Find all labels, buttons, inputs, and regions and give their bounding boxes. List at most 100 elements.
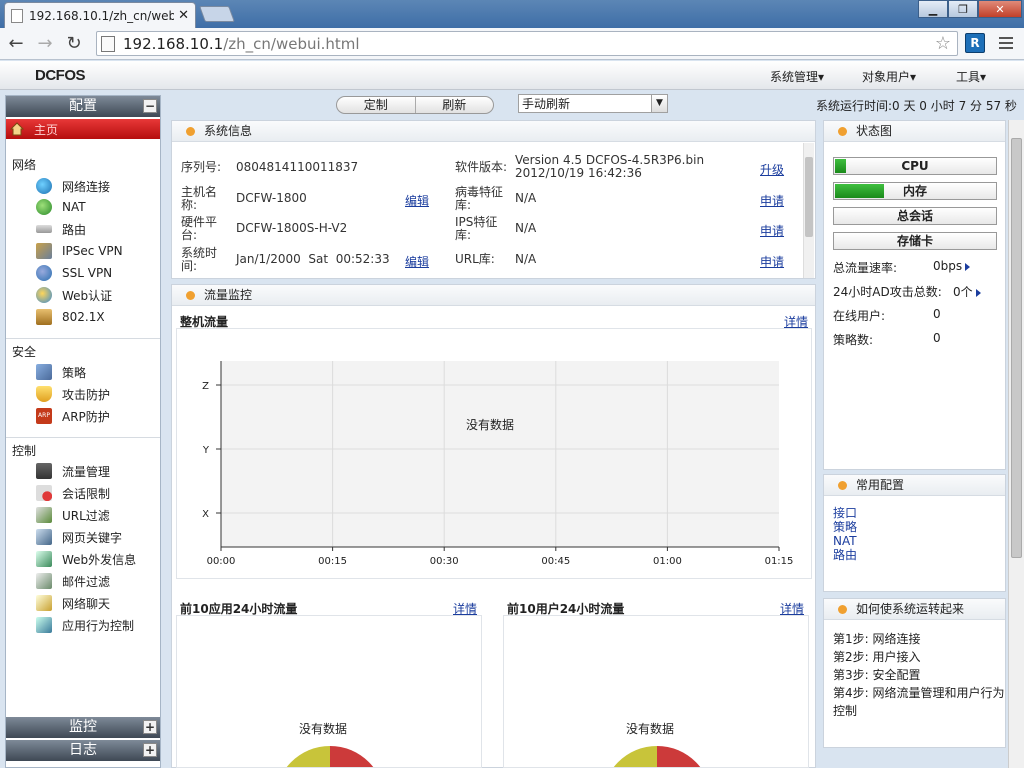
extension-icon[interactable]: R (965, 33, 985, 53)
sidebar-item-attack-defense[interactable]: 攻击防护 (36, 384, 110, 404)
sidebar-log-label: 日志 (69, 742, 97, 758)
sidebar-item-label: 网络聊天 (62, 596, 111, 611)
refresh-button[interactable]: 刷新 (416, 97, 494, 113)
sidebar-item-network-connection[interactable]: 网络连接 (36, 176, 110, 196)
online-value: 0 (933, 307, 941, 321)
upgrade-link[interactable]: 升级 (760, 161, 784, 178)
config-link-interface[interactable]: 接口 (833, 506, 857, 520)
page-scrollbar[interactable] (1008, 120, 1024, 768)
refresh-mode-select[interactable]: 手动刷新 ▼ (518, 94, 668, 113)
config-link-route[interactable]: 路由 (833, 548, 857, 562)
sidebar-monitor-header[interactable]: 监控 + (6, 717, 160, 738)
host-value: DCFW-1800 (236, 191, 307, 205)
menu-tools[interactable]: 工具▾ (956, 68, 986, 85)
sidebar-item-label: Web认证 (62, 288, 113, 303)
edit-time-link[interactable]: 编辑 (405, 253, 429, 270)
sidebar-item-home[interactable]: 主页 (6, 119, 160, 139)
forward-icon[interactable]: → (32, 31, 58, 57)
pie-slice-yellow (613, 746, 657, 767)
apply-url-link[interactable]: 申请 (760, 253, 784, 270)
bookmark-star-icon[interactable]: ☆ (935, 33, 951, 54)
scroll-thumb[interactable] (805, 157, 813, 237)
common-title-bar: 常用配置 (824, 475, 1005, 496)
sidebar-item-chat[interactable]: 网络聊天 (36, 593, 110, 613)
sidebar-item-web-outbound[interactable]: Web外发信息 (36, 549, 136, 569)
sidebar-item-8021x[interactable]: 802.1X (36, 307, 105, 327)
sidebar-item-traffic-mgmt[interactable]: 流量管理 (36, 461, 110, 481)
chevron-down-icon[interactable]: ▼ (651, 95, 667, 112)
sidebar-item-url-filter[interactable]: URL过滤 (36, 505, 110, 525)
arrow-right-icon (975, 288, 981, 297)
pie-slice-red (657, 746, 701, 767)
web-outbound-icon (36, 551, 52, 567)
config-link-nat[interactable]: NAT (833, 534, 857, 548)
x-tick-label: 00:15 (318, 556, 347, 567)
close-window-icon[interactable]: ✕ (978, 0, 1022, 18)
hw-value: DCFW-1800S-H-V2 (236, 221, 348, 235)
sidebar-log-header[interactable]: 日志 + (6, 740, 160, 761)
sidebar-item-route[interactable]: 路由 (36, 219, 86, 239)
sidebar-item-policy[interactable]: 策略 (36, 362, 86, 382)
whole-traffic-chart: 00:00 00:15 00:30 00:45 01:00 01:15 X Y Z 没有数据 (176, 328, 812, 579)
reload-icon[interactable]: ↻ (61, 31, 87, 57)
menu-object-users[interactable]: 对象用户▾ (862, 68, 916, 85)
sidebar-item-label: 策略 (62, 365, 87, 380)
sidebar-item-web-keyword[interactable]: 网页关键字 (36, 527, 122, 547)
new-tab-button[interactable] (199, 6, 235, 22)
serial-label: 序列号: (181, 160, 222, 174)
customize-button[interactable]: 定制 (337, 97, 416, 113)
step-3: 第3步: 安全配置 (833, 668, 921, 682)
router-icon (36, 225, 52, 233)
cpu-meter[interactable]: CPU (833, 157, 997, 175)
sidebar-item-nat[interactable]: NAT (36, 197, 86, 217)
sidebar-item-label: 路由 (62, 222, 87, 237)
scroll-thumb[interactable] (1011, 138, 1022, 558)
sidebar-item-app-behavior[interactable]: 应用行为控制 (36, 615, 134, 635)
rate-value-link[interactable]: 0bps (933, 259, 971, 273)
close-tab-icon[interactable]: ✕ (178, 8, 189, 23)
mem-meter[interactable]: 内存 (833, 182, 997, 200)
session-limit-icon (36, 485, 52, 501)
config-link-policy[interactable]: 策略 (833, 520, 857, 534)
address-bar[interactable]: 192.168.10.1/zh_cn/webui.html ☆ (96, 31, 958, 56)
browser-menu-icon[interactable] (996, 32, 1016, 54)
apply-av-link[interactable]: 申请 (760, 192, 784, 209)
ad-value-link[interactable]: 0个 (953, 283, 981, 300)
sidebar-item-label: SSL VPN (62, 266, 113, 280)
sysinfo-scrollbar[interactable] (803, 143, 814, 278)
storage-meter[interactable]: 存储卡 (833, 232, 997, 250)
page-icon (11, 8, 23, 23)
sidebar-config-header[interactable]: 配置 − (6, 96, 160, 117)
sidebar-item-label: URL过滤 (62, 508, 110, 523)
traffic-chart-svg: 00:00 00:15 00:30 00:45 01:00 01:15 X Y Z 没有数据 (202, 361, 793, 567)
sidebar-item-mail-filter[interactable]: 邮件过滤 (36, 571, 110, 591)
collapse-icon[interactable]: − (143, 99, 157, 113)
expand-icon[interactable]: + (143, 743, 157, 757)
time-value: Jan/1/2000 Sat 00:52:33 (236, 252, 390, 266)
minimize-icon[interactable]: ▁ (918, 0, 948, 18)
vpn-globe-icon (36, 265, 52, 281)
traffic-title-bar: 流量监控 (172, 285, 815, 306)
sidebar-item-arp-defense[interactable]: ARP ARP防护 (36, 406, 110, 426)
sidebar-item-label: 攻击防护 (62, 387, 111, 402)
expand-icon[interactable]: + (143, 720, 157, 734)
url-host: 192.168.10.1 (123, 34, 224, 53)
divider (6, 437, 160, 438)
menu-system-management[interactable]: 系统管理▾ (770, 68, 824, 85)
back-icon[interactable]: ← (3, 31, 29, 57)
browser-tab[interactable]: 192.168.10.1/zh_cn/web ✕ (4, 2, 196, 28)
sidebar-item-label: 主页 (34, 122, 59, 137)
sessions-meter[interactable]: 总会话 (833, 207, 997, 225)
edit-host-link[interactable]: 编辑 (405, 192, 429, 209)
mem-label: 内存 (902, 184, 927, 198)
storage-label: 存储卡 (896, 234, 933, 248)
sidebar-item-web-auth[interactable]: Web认证 (36, 285, 112, 305)
apply-ips-link[interactable]: 申请 (760, 222, 784, 239)
uptime-text: 系统运行时间:0 天 0 小时 7 分 57 秒 (816, 99, 1017, 113)
sw-value: Version 4.5 DCFOS-4.5R3P6.bin 2012/10/19… (515, 153, 705, 180)
sidebar-item-session-limit[interactable]: 会话限制 (36, 483, 110, 503)
sidebar-item-ipsec-vpn[interactable]: IPSec VPN (36, 241, 123, 261)
maximize-icon[interactable]: ❐ (948, 0, 978, 18)
url-filter-icon (36, 507, 52, 523)
sidebar-item-ssl-vpn[interactable]: SSL VPN (36, 263, 112, 283)
